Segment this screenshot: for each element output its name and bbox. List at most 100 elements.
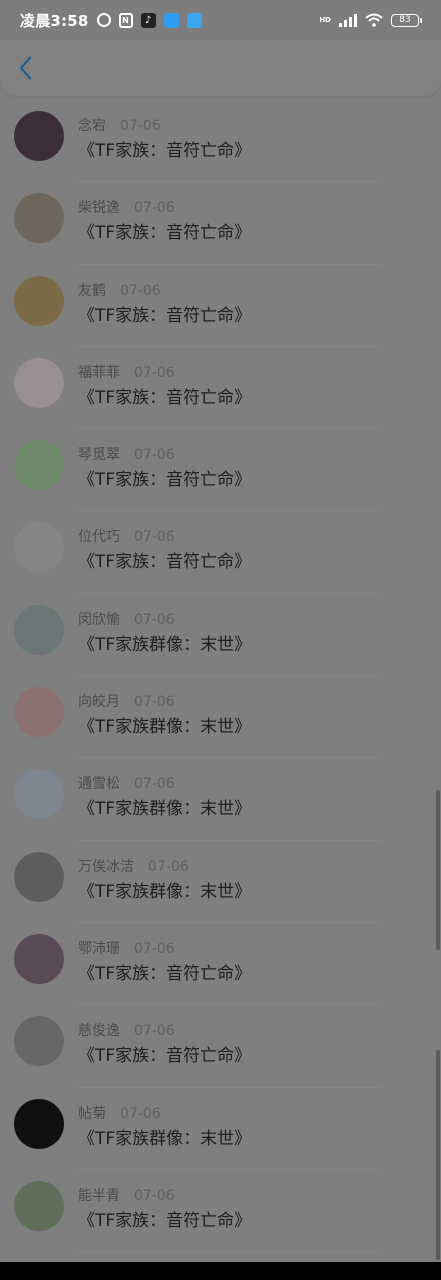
alarm-icon (96, 13, 111, 27)
sender-line: 通雪松 07-06 (78, 773, 175, 793)
scrollbar[interactable] (436, 790, 440, 950)
message-row[interactable]: 念宕 07-06 《TF家族：音符亡命》 (0, 100, 441, 183)
sender-name: 位代巧 (78, 529, 120, 546)
message-date: 07-06 (134, 611, 175, 628)
message-text: 《TF家族：音符亡命》 (78, 1210, 252, 1231)
message-date: 07-06 (120, 282, 161, 299)
sender-name: 通雪松 (78, 776, 120, 793)
message-date: 07-06 (120, 1105, 161, 1122)
message-text: 《TF家族：音符亡命》 (78, 387, 252, 408)
sender-line: 念宕 07-06 (78, 115, 161, 135)
message-row[interactable]: 闵欣愉 07-06 《TF家族群像：末世》 (0, 594, 441, 677)
cloud-icon (186, 12, 202, 28)
sender-name: 闵欣愉 (78, 611, 120, 628)
message-date: 07-06 (134, 1023, 175, 1040)
avatar[interactable] (14, 440, 64, 491)
avatar[interactable] (14, 769, 64, 820)
message-row[interactable]: 福菲菲 07-06 《TF家族：音符亡命》 (0, 347, 441, 430)
message-row[interactable]: 通雪松 07-06 《TF家族群像：末世》 (0, 758, 441, 841)
message-row[interactable]: 鄂沛珊 07-06 《TF家族：音符亡命》 (0, 923, 441, 1006)
message-text: 《TF家族：音符亡命》 (78, 1046, 252, 1067)
sender-line: 向皎月 07-06 (78, 691, 175, 711)
divider (78, 1251, 381, 1253)
bottom-system-bar (0, 1262, 441, 1280)
sender-line: 万俟冰洁 07-06 (78, 856, 189, 876)
sender-line: 位代巧 07-06 (78, 526, 175, 546)
message-date: 07-06 (134, 529, 175, 546)
sender-line: 福菲菲 07-06 (78, 362, 175, 382)
message-date: 07-06 (148, 858, 189, 875)
sender-line: 友鹤 07-06 (78, 280, 161, 300)
message-date: 07-06 (134, 940, 175, 957)
avatar[interactable] (14, 522, 64, 573)
system-icons: HD 83 (319, 0, 422, 40)
sender-name: 友鹤 (78, 282, 106, 299)
message-row[interactable]: 位代巧 07-06 《TF家族：音符亡命》 (0, 511, 441, 594)
battery-icon: 83 (391, 13, 422, 27)
message-row[interactable]: 向皎月 07-06 《TF家族群像：末世》 (0, 676, 441, 759)
message-text: 《TF家族：音符亡命》 (78, 223, 252, 244)
sender-name: 帖菊 (78, 1105, 106, 1122)
message-date: 07-06 (134, 694, 175, 711)
tiktok-icon: ♪ (140, 12, 156, 28)
sender-line: 鄂沛珊 07-06 (78, 938, 175, 958)
signal-icon (339, 13, 357, 27)
sender-name: 万俟冰洁 (78, 858, 134, 875)
back-button[interactable] (12, 54, 38, 82)
message-row[interactable]: 柴锐逸 07-06 《TF家族：音符亡命》 (0, 182, 441, 265)
message-date: 07-06 (134, 364, 175, 381)
avatar[interactable] (14, 275, 64, 326)
sender-line: 能半青 07-06 (78, 1185, 175, 1205)
nfc-icon: N (118, 12, 133, 28)
sender-name: 柴锐逸 (78, 200, 120, 217)
avatar[interactable] (14, 687, 64, 738)
avatar[interactable] (14, 111, 64, 161)
message-text: 《TF家族：音符亡命》 (78, 470, 252, 491)
message-text: 《TF家族：音符亡命》 (78, 552, 252, 573)
message-text: 《TF家族：音符亡命》 (78, 141, 252, 161)
message-row[interactable]: 慈俊逸 07-06 《TF家族：音符亡命》 (0, 1005, 441, 1088)
message-text: 《TF家族：音符亡命》 (78, 963, 252, 984)
status-bar: 凌晨3:58 N ♪ HD 83 (0, 0, 441, 40)
message-date: 07-06 (134, 776, 175, 793)
sender-line: 慈俊逸 07-06 (78, 1020, 175, 1040)
sender-name: 慈俊逸 (78, 1023, 120, 1040)
avatar[interactable] (14, 357, 64, 408)
avatar[interactable] (14, 193, 64, 244)
message-date: 07-06 (134, 447, 175, 464)
sender-line: 柴锐逸 07-06 (78, 197, 175, 217)
sender-line: 闵欣愉 07-06 (78, 609, 175, 629)
sender-name: 福菲菲 (78, 364, 120, 381)
message-row[interactable]: 能半青 07-06 《TF家族：音符亡命》 (0, 1170, 441, 1253)
message-row[interactable]: 琴觅翠 07-06 《TF家族：音符亡命》 (0, 429, 441, 512)
network-type: HD (319, 16, 331, 24)
message-text: 《TF家族群像：末世》 (78, 634, 252, 655)
message-text: 《TF家族：音符亡命》 (78, 305, 252, 326)
avatar[interactable] (14, 1180, 64, 1231)
sender-name: 能半青 (78, 1187, 120, 1204)
avatar[interactable] (14, 604, 64, 655)
avatar[interactable] (14, 1098, 64, 1149)
sender-name: 琴觅翠 (78, 447, 120, 464)
avatar[interactable] (14, 851, 64, 902)
sender-name: 鄂沛珊 (78, 940, 120, 957)
message-list: 念宕 07-06 《TF家族：音符亡命》 柴锐逸 07-06 《TF家族：音符亡命》 友鹤 0… (0, 100, 441, 1253)
message-row[interactable]: 帖菊 07-06 《TF家族群像：末世》 (0, 1088, 441, 1170)
sender-line: 琴觅翠 07-06 (78, 444, 175, 464)
message-row[interactable]: 友鹤 07-06 《TF家族：音符亡命》 (0, 265, 441, 347)
notification-icons: N ♪ (96, 12, 202, 28)
scrollbar-lower[interactable] (436, 1050, 440, 1260)
message-row[interactable]: 万俟冰洁 07-06 《TF家族群像：末世》 (0, 841, 441, 923)
sender-name: 念宕 (78, 118, 106, 134)
chevron-left-icon (19, 56, 32, 80)
top-nav (0, 40, 441, 96)
status-time: 凌晨3:58 (20, 11, 89, 30)
chat-bubble-icon (163, 12, 179, 28)
avatar[interactable] (14, 933, 64, 984)
message-text: 《TF家族群像：末世》 (78, 1128, 252, 1149)
sender-line: 帖菊 07-06 (78, 1103, 161, 1123)
sender-name: 向皎月 (78, 694, 120, 711)
message-date: 07-06 (134, 200, 175, 217)
avatar[interactable] (14, 1016, 64, 1067)
message-text: 《TF家族群像：末世》 (78, 881, 252, 902)
